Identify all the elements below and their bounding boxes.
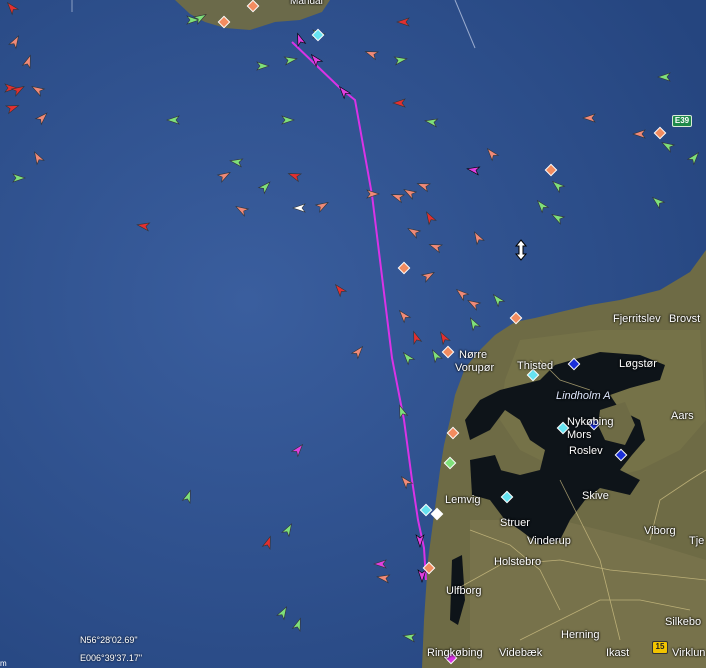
place-label: Thisted	[517, 360, 554, 372]
place-label: Brovst	[669, 313, 701, 325]
longitude-readout: E006°39'37.17"	[80, 653, 143, 663]
road-shield-15: 15	[652, 641, 668, 654]
place-label: Aars	[671, 410, 694, 422]
place-label: Videbæk	[499, 647, 543, 659]
place-label: Ikast	[606, 647, 630, 659]
place-label: Fjerritslev	[613, 313, 661, 325]
ais-map[interactable]: Mandal Fjerritslev Brovst Nørre Vorupør …	[0, 0, 706, 668]
place-label: Tje	[689, 535, 705, 547]
place-label: Roslev	[569, 445, 603, 457]
place-label: Struer	[500, 517, 530, 529]
place-label: Nørre	[459, 349, 488, 361]
place-label: Virklun	[672, 647, 706, 659]
place-label: Lemvig	[445, 494, 481, 506]
place-label: Vinderup	[527, 535, 571, 547]
scale-label: m	[0, 659, 7, 668]
place-label: Skive	[582, 490, 609, 502]
place-label: Silkebo	[665, 616, 702, 628]
place-label: Viborg	[644, 525, 676, 537]
place-label: Mors	[567, 429, 592, 441]
place-label: Vorupør	[455, 362, 495, 374]
place-label: Lindholm A	[556, 390, 611, 402]
resize-cursor-icon	[514, 239, 528, 261]
place-label: Holstebro	[494, 556, 542, 568]
place-label: Mandal	[290, 0, 323, 7]
map-canvas[interactable]	[0, 0, 706, 668]
latitude-readout: N56°28'02.69"	[80, 635, 138, 645]
place-label: Nykøbing	[567, 416, 614, 428]
place-label: Løgstør	[619, 358, 657, 370]
place-label: Ringkøbing	[427, 647, 483, 659]
place-label: Ulfborg	[446, 585, 482, 597]
road-shield-e39: E39	[672, 115, 692, 127]
place-label: Herning	[561, 629, 600, 641]
